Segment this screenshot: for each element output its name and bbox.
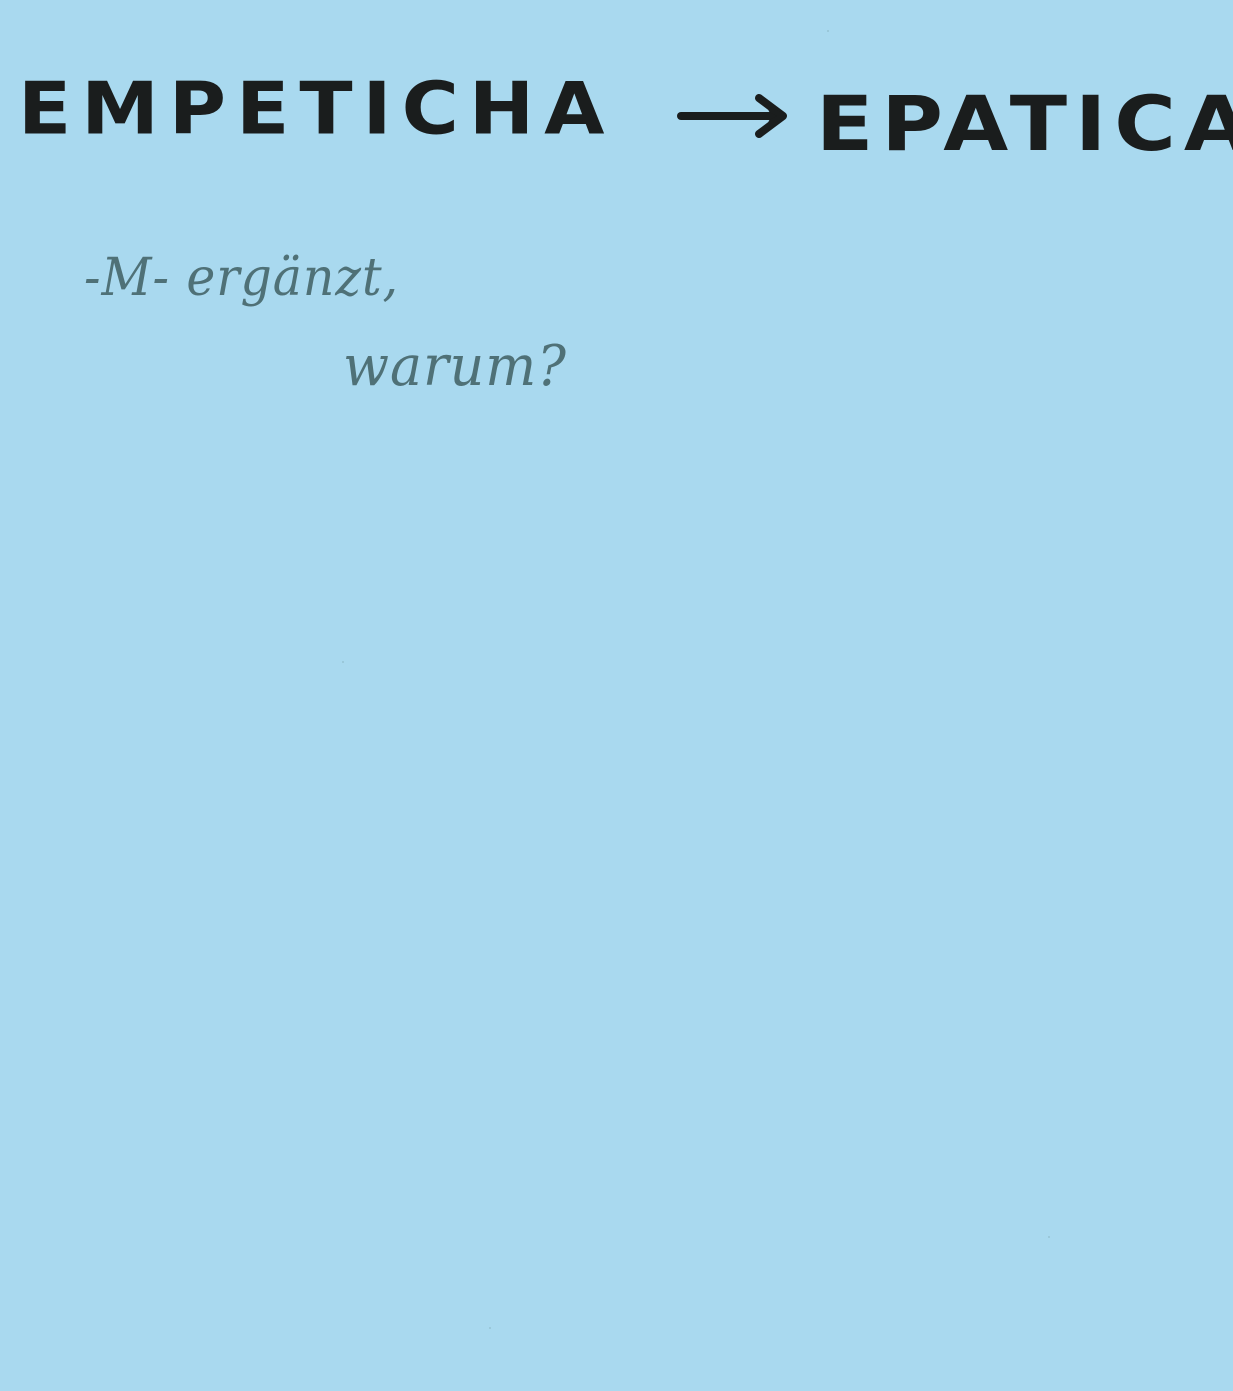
note-card: EMPETICHA EPATICA -M- ergänzt, warum? bbox=[0, 0, 1233, 1391]
right-arrow-icon bbox=[677, 94, 787, 138]
paper-speck-4 bbox=[827, 30, 829, 32]
headline-source: EMPETICHA bbox=[18, 68, 615, 151]
paper-speck-2 bbox=[1048, 1236, 1050, 1238]
headline-row: EMPETICHA EPATICA bbox=[18, 62, 1233, 172]
paper-speck-3 bbox=[489, 1327, 491, 1329]
paper-speck-1 bbox=[342, 661, 344, 663]
note-line-2: warum? bbox=[343, 334, 567, 399]
note-line-1: -M- ergänzt, bbox=[84, 248, 400, 308]
headline-target: EPATICA bbox=[816, 80, 1233, 169]
